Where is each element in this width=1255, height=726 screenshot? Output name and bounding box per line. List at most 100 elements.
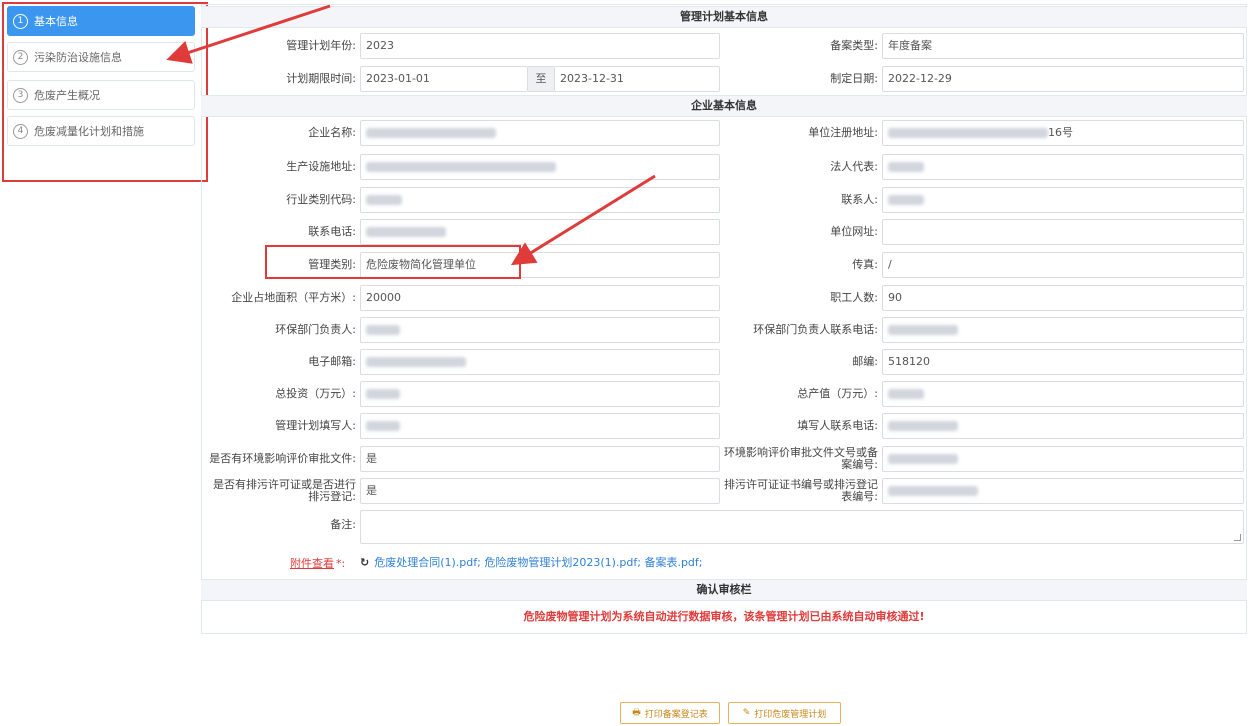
- redacted-value: [366, 389, 400, 399]
- plan-period-label: 计划期限时间:: [286, 72, 356, 85]
- made-date-label: 制定日期:: [830, 72, 878, 85]
- production-address-input[interactable]: [360, 154, 720, 180]
- step-label: 基本信息: [34, 15, 78, 28]
- step-label: 危废产生概况: [34, 89, 100, 102]
- attachments-link[interactable]: 附件查看 *:: [290, 555, 345, 571]
- period-separator: 至: [528, 66, 554, 92]
- plan-start-date-input[interactable]: 2023-01-01: [360, 66, 528, 92]
- env-head-phone-label: 环保部门负责人联系电话:: [753, 323, 878, 336]
- attachment-files[interactable]: 危废处理合同(1).pdf; 危险废物管理计划2023(1).pdf; 备案表.…: [374, 556, 702, 569]
- eia-label: 是否有环境影响评价审批文件:: [209, 452, 356, 465]
- redacted-value: [366, 128, 496, 138]
- step-waste-overview[interactable]: 3 危废产生概况: [7, 80, 195, 110]
- contact-person-label: 联系人:: [841, 193, 878, 206]
- step-basic-info[interactable]: 1 基本信息: [7, 6, 195, 36]
- filler-phone-input[interactable]: [882, 413, 1244, 439]
- contact-person-input[interactable]: [882, 187, 1244, 213]
- permit-number-input[interactable]: [882, 478, 1244, 504]
- phone-label: 联系电话:: [308, 225, 356, 238]
- redacted-value: [888, 162, 924, 172]
- registered-address-input[interactable]: 16号: [882, 120, 1244, 146]
- area-label: 企业占地面积（平方米）:: [231, 291, 356, 304]
- audit-notice: 危险废物管理计划为系统自动进行数据审核，该条管理计划已由系统自动审核通过!: [523, 610, 925, 623]
- email-label: 电子邮箱:: [308, 355, 356, 368]
- filler-input[interactable]: [360, 413, 720, 439]
- env-head-input[interactable]: [360, 317, 720, 343]
- investment-label: 总投资（万元）:: [275, 387, 356, 400]
- section-confirm-header: 确认审核栏: [201, 579, 1247, 601]
- redacted-value: [366, 421, 400, 431]
- record-type-input[interactable]: 年度备案: [882, 33, 1244, 59]
- investment-input[interactable]: [360, 381, 720, 407]
- permit-number-label: 排污许可证证书编号或排污登记表编号:: [724, 478, 878, 503]
- output-value-input[interactable]: [882, 381, 1244, 407]
- website-input[interactable]: [882, 219, 1244, 245]
- plan-year-label: 管理计划年份:: [286, 39, 356, 52]
- plan-end-date-input[interactable]: 2023-12-31: [554, 66, 720, 92]
- redacted-value: [366, 162, 556, 172]
- phone-input[interactable]: [360, 219, 720, 245]
- area-input[interactable]: 20000: [360, 285, 720, 311]
- remark-label: 备注:: [330, 518, 356, 531]
- redacted-value: [366, 227, 446, 237]
- print-record-label: 打印备案登记表: [644, 709, 708, 720]
- redacted-value: [888, 128, 1048, 138]
- plan-year-input[interactable]: 2023: [360, 33, 720, 59]
- redacted-value: [366, 357, 466, 367]
- step-number: 1: [13, 13, 28, 29]
- annotation-highlight-box: [265, 245, 521, 279]
- address-suffix: 16号: [1048, 126, 1073, 139]
- filler-label: 管理计划填写人:: [275, 419, 356, 432]
- refresh-icon[interactable]: ↻: [360, 556, 369, 569]
- eia-number-label: 环境影响评价审批文件文号或备案编号:: [724, 446, 878, 471]
- step-reduction-plan[interactable]: 4 危废减量化计划和措施: [7, 116, 195, 146]
- required-mark: *:: [336, 557, 346, 570]
- resize-handle-icon[interactable]: [1234, 534, 1241, 541]
- made-date-input[interactable]: 2022-12-29: [882, 66, 1244, 92]
- step-number: 2: [13, 49, 28, 65]
- website-label: 单位网址:: [830, 225, 878, 238]
- eia-number-input[interactable]: [882, 446, 1244, 472]
- attachments-label: 附件查看: [290, 557, 334, 570]
- permit-input[interactable]: 是: [360, 478, 720, 504]
- legal-rep-label: 法人代表:: [830, 160, 878, 173]
- staff-label: 职工人数:: [830, 291, 878, 304]
- redacted-value: [888, 486, 978, 496]
- attachment-list[interactable]: ↻ 危废处理合同(1).pdf; 危险废物管理计划2023(1).pdf; 备案表…: [360, 554, 703, 570]
- edit-icon: ✎: [742, 708, 751, 718]
- print-icon: 🖶: [632, 708, 641, 718]
- zip-label: 邮编:: [852, 355, 878, 368]
- print-plan-label: 打印危废管理计划: [754, 709, 827, 720]
- print-record-button[interactable]: 🖶 打印备案登记表: [620, 702, 720, 724]
- page-root: 1 基本信息 2 污染防治设施信息 3 危废产生概况 4 危废减量化计划和措施 …: [0, 0, 1255, 726]
- redacted-value: [888, 421, 958, 431]
- redacted-value: [888, 454, 958, 464]
- output-value-label: 总产值（万元）:: [797, 387, 878, 400]
- industry-code-label: 行业类别代码:: [286, 193, 356, 206]
- company-name-input[interactable]: [360, 120, 720, 146]
- filler-phone-label: 填写人联系电话:: [797, 419, 878, 432]
- staff-input[interactable]: 90: [882, 285, 1244, 311]
- redacted-value: [888, 325, 958, 335]
- registered-address-label: 单位注册地址:: [808, 126, 878, 139]
- remark-textarea[interactable]: [360, 510, 1244, 544]
- production-address-label: 生产设施地址:: [286, 160, 356, 173]
- env-head-label: 环保部门负责人:: [275, 323, 356, 336]
- email-input[interactable]: [360, 349, 720, 375]
- step-nav-highlight: 1 基本信息 2 污染防治设施信息 3 危废产生概况 4 危废减量化计划和措施: [2, 2, 208, 182]
- zip-input[interactable]: 518120: [882, 349, 1244, 375]
- env-head-phone-input[interactable]: [882, 317, 1244, 343]
- permit-label: 是否有排污许可证或是否进行排污登记:: [213, 478, 356, 503]
- step-pollution-facilities[interactable]: 2 污染防治设施信息: [7, 42, 195, 72]
- legal-rep-input[interactable]: [882, 154, 1244, 180]
- record-type-label: 备案类型:: [830, 39, 878, 52]
- eia-input[interactable]: 是: [360, 446, 720, 472]
- step-number: 3: [13, 87, 28, 103]
- company-name-label: 企业名称:: [308, 126, 356, 139]
- print-plan-button[interactable]: ✎ 打印危废管理计划: [728, 702, 841, 724]
- industry-code-input[interactable]: [360, 187, 720, 213]
- redacted-value: [888, 389, 924, 399]
- fax-label: 传真:: [852, 258, 878, 271]
- step-label: 危废减量化计划和措施: [34, 125, 144, 138]
- fax-input[interactable]: /: [882, 252, 1244, 278]
